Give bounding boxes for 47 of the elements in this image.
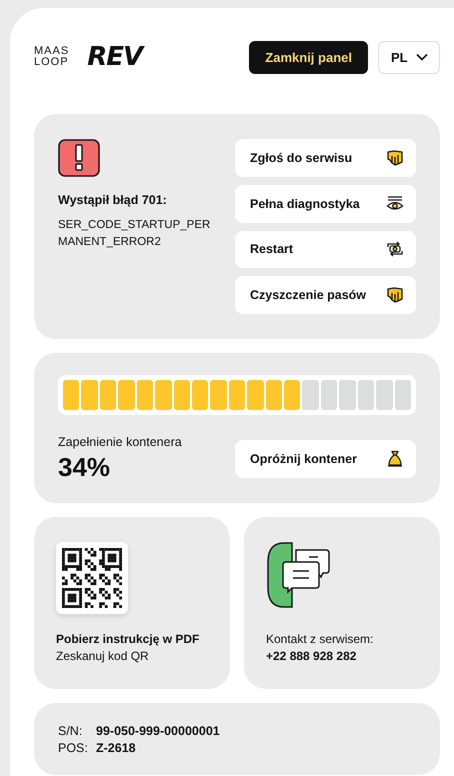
info-label: POS: (58, 740, 89, 754)
warning-icon (58, 139, 100, 177)
level-segment (302, 380, 319, 410)
manual-subtitle: Zeskanuj kod QR (56, 648, 150, 665)
qr-code (62, 548, 122, 608)
error-code: SER_CODE_STARTUP_PERMANENT_ERROR2 (58, 218, 212, 250)
level-segment (339, 380, 356, 410)
bag-icon (386, 450, 404, 468)
level-segment (63, 380, 80, 410)
chevron-down-icon (416, 53, 428, 61)
level-segment (136, 380, 154, 410)
hand-icon (386, 286, 404, 304)
level-segment (155, 380, 172, 410)
contact-label: Kontakt z serwisem: (266, 631, 374, 648)
phone-chat-icon (266, 542, 332, 608)
error-title: Wystąpił błąd 701: (58, 193, 168, 207)
brand-logo: MAAS LOOP (34, 46, 70, 68)
hand-icon (386, 148, 404, 167)
level-segment (100, 380, 116, 410)
level-segment (320, 380, 338, 410)
action-button[interactable]: Zgłoś do serwisu (235, 139, 416, 177)
fill-percent: 34% (58, 452, 112, 483)
level-segment (394, 380, 412, 410)
info-value: Z-2618 (96, 740, 136, 754)
empty-container-button[interactable]: Opróżnij kontener (235, 440, 416, 478)
camera-rotate-icon (386, 240, 404, 258)
brand-logo: REV (87, 42, 142, 72)
level-segment (358, 380, 374, 410)
info-label: S/N: (58, 724, 84, 738)
action-button[interactable]: Czyszczenie pasów (235, 276, 416, 314)
action-button[interactable]: Restart (235, 230, 416, 268)
close-panel-button[interactable]: Zamknij panel (249, 40, 368, 74)
manual-title: Pobierz instrukcję w PDF (56, 631, 200, 648)
action-button[interactable]: Pełna diagnostyka (235, 184, 416, 222)
level-segment (192, 380, 208, 410)
fill-label: Zapełnienie kontenera (58, 435, 183, 449)
level-segment (228, 380, 246, 410)
level-segment (81, 380, 98, 410)
level-segment (118, 380, 135, 410)
level-segment (266, 380, 282, 410)
level-segment (210, 380, 227, 410)
level-segment (376, 380, 393, 410)
level-segment (174, 380, 190, 410)
level-segment (247, 380, 264, 410)
contact-phone: +22 888 928 282 (266, 648, 358, 665)
language-dropdown[interactable]: PL (378, 40, 440, 74)
info-value: 99-050-999-00000001 (96, 724, 220, 738)
